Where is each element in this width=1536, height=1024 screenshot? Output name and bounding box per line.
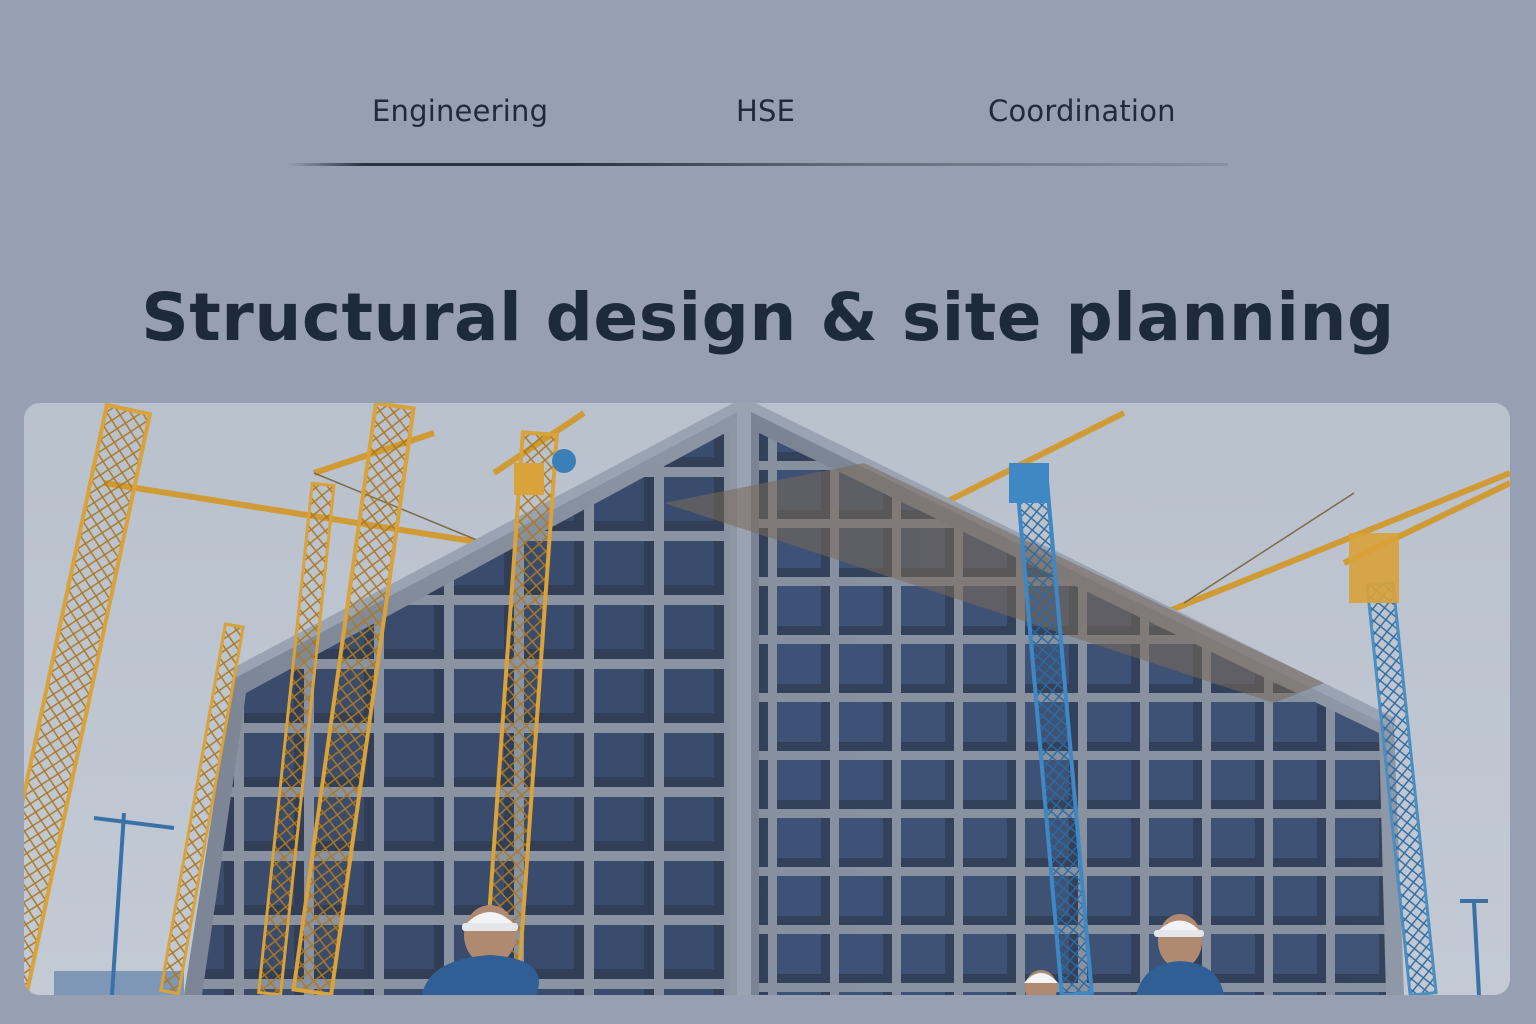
- construction-site-illustration: [24, 403, 1510, 995]
- page-title: Structural design & site planning: [141, 279, 1395, 357]
- tab-hse[interactable]: HSE: [736, 88, 795, 134]
- page: Engineering HSE Coordination Structural …: [0, 0, 1536, 1024]
- tab-underline-divider: [288, 163, 1228, 166]
- tab-coordination[interactable]: Coordination: [988, 88, 1176, 134]
- section-tabs: Engineering HSE Coordination: [0, 88, 1536, 138]
- hero-construction-image: [24, 403, 1510, 995]
- tab-engineering[interactable]: Engineering: [372, 88, 548, 134]
